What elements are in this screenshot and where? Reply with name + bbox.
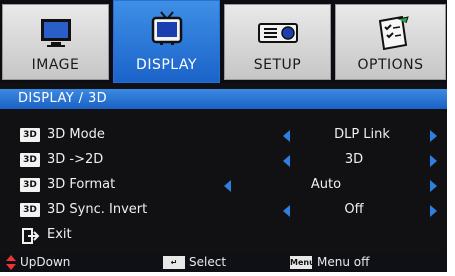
clipboard-check-icon: [378, 15, 409, 51]
footer-help-bar: UpDown ↵ Select Menu Menu off: [0, 253, 447, 272]
tab-setup[interactable]: SETUP: [224, 4, 331, 80]
tab-image[interactable]: IMAGE: [2, 4, 109, 80]
menu-row-3d-sync-invert[interactable]: 3D 3D Sync. Invert Off: [0, 200, 447, 222]
row-value: DLP Link: [334, 127, 390, 142]
3d-badge-icon: 3D: [20, 128, 40, 142]
tab-options-label: OPTIONS: [357, 57, 424, 73]
section-header: DISPLAY / 3D: [0, 89, 447, 109]
tab-display[interactable]: DISPLAY: [113, 0, 220, 83]
3d-badge-icon: 3D: [20, 153, 40, 167]
tab-options[interactable]: OPTIONS: [335, 4, 446, 80]
menu-row-3d-mode[interactable]: 3D 3D Mode DLP Link: [0, 125, 447, 147]
footer-menu-label: Menu off: [317, 255, 370, 269]
row-value: 3D: [344, 152, 364, 167]
arrow-left-icon[interactable]: [224, 180, 231, 192]
updown-arrows-icon: [6, 255, 16, 270]
3d-badge-icon: 3D: [20, 203, 40, 217]
arrow-left-icon[interactable]: [283, 130, 290, 142]
menu-row-3d-to-2d[interactable]: 3D 3D ->2D 3D: [0, 150, 447, 172]
tab-setup-label: SETUP: [253, 57, 302, 73]
arrow-right-icon[interactable]: [430, 205, 437, 217]
row-label: 3D Sync. Invert: [47, 202, 148, 217]
arrow-left-icon[interactable]: [283, 155, 290, 167]
tab-image-label: IMAGE: [31, 57, 80, 73]
projector-icon: [257, 23, 298, 43]
arrow-right-icon[interactable]: [430, 155, 437, 167]
tab-display-label: DISPLAY: [136, 57, 197, 73]
row-value: Auto: [310, 177, 342, 192]
tab-strip: IMAGE DISPLAY SETUP OPTIONS: [0, 0, 447, 83]
exit-label: Exit: [47, 227, 72, 242]
menu-key-icon: Menu: [290, 256, 315, 269]
row-label: 3D ->2D: [47, 152, 104, 167]
arrow-left-icon[interactable]: [283, 205, 290, 217]
3d-badge-icon: 3D: [20, 178, 40, 192]
menu-row-exit[interactable]: Exit: [0, 225, 447, 247]
arrow-right-icon[interactable]: [430, 180, 437, 192]
enter-key-icon: ↵: [163, 256, 185, 269]
monitor-icon: [40, 19, 71, 47]
arrow-right-icon[interactable]: [430, 130, 437, 142]
footer-select-label: Select: [189, 255, 227, 269]
projector-osd-menu: IMAGE DISPLAY SETUP OPTIONS DISPLAY / 3D…: [0, 0, 447, 272]
section-title: DISPLAY / 3D: [18, 91, 108, 106]
row-label: 3D Mode: [47, 127, 105, 142]
footer-updown-label: UpDown: [20, 255, 71, 269]
exit-icon: [22, 228, 40, 244]
tv-icon: [151, 11, 182, 45]
row-value: Off: [344, 202, 364, 217]
row-label: 3D Format: [47, 177, 116, 192]
menu-row-3d-format[interactable]: 3D 3D Format Auto: [0, 175, 447, 197]
